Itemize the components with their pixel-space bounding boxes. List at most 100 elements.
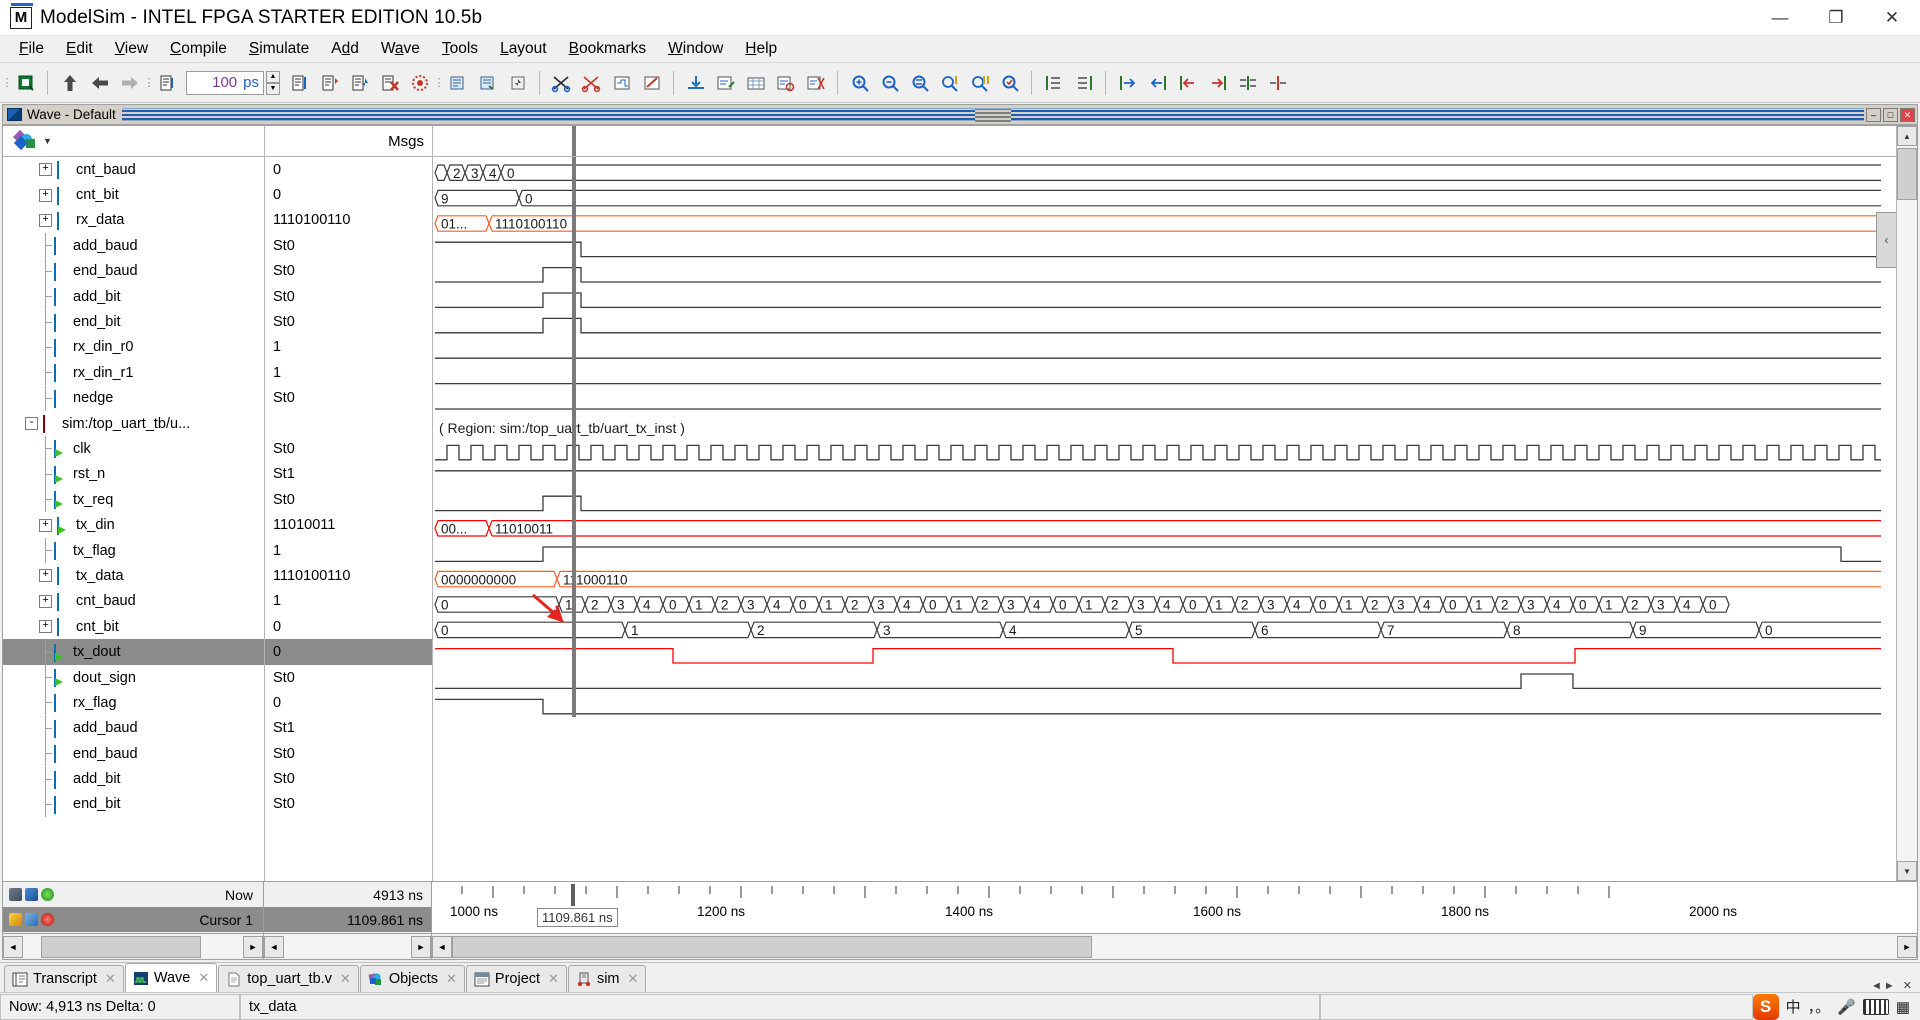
tab-objects[interactable]: Objects ✕ [359,965,465,992]
scroll-down-button[interactable]: ▼ [1897,861,1917,881]
signal-row-cnt_bit[interactable]: + cnt_bit [3,182,264,207]
vscroll-track[interactable] [1897,146,1917,861]
time-ruler[interactable]: 1000 ns 1200 ns 1400 ns 1600 ns 1800 ns … [432,882,1918,934]
collapse-right-icon[interactable] [1204,69,1232,97]
tab-close-icon[interactable]: ✕ [340,971,351,987]
back-arrow-icon[interactable] [86,69,114,97]
tab-project[interactable]: Project ✕ [465,965,567,992]
names-hscroll-track[interactable] [23,935,243,958]
close-button[interactable]: ✕ [1864,0,1920,36]
menu-view[interactable]: View [104,37,159,61]
step-icon[interactable] [444,69,472,97]
chevron-down-icon[interactable]: ▼ [43,136,52,146]
expander-expand-icon[interactable]: + [39,620,52,634]
punctuation-icon[interactable]: ，。 [1808,996,1831,1017]
signal-row-cnt_baud[interactable]: + cnt_baud [3,157,264,182]
toolbar-grip-3[interactable]: ⋮ [434,71,445,95]
wave-export-icon[interactable] [802,69,830,97]
menu-file[interactable]: File [8,37,55,61]
signal-row-add_bit[interactable]: add_bit [3,766,264,792]
menu-bookmarks[interactable]: Bookmarks [558,37,658,61]
expander-expand-icon[interactable]: + [39,518,52,532]
signal-value-rows[interactable]: 0 0 1110100110 St0 St0 St0 St0 1 1 St0 St0 St1 St0 11… [265,157,432,881]
signal-row-cnt_baud[interactable]: + cnt_baud [3,589,264,614]
menu-add[interactable]: Add [320,37,370,61]
step-into-icon[interactable] [504,69,532,97]
cursor1-row[interactable]: Cursor 1 [3,907,263,932]
menu-layout[interactable]: Layout [489,37,558,61]
menu-simulate[interactable]: Simulate [238,37,320,61]
tab-sim[interactable]: sim ✕ [567,965,647,992]
menu-compile[interactable]: Compile [159,37,238,61]
signal-row-clk[interactable]: clk [3,436,264,462]
signal-row-end_baud[interactable]: end_baud [3,741,264,767]
toolbar-grip[interactable]: ⋮ [2,71,13,95]
objects-header[interactable]: ▼ [3,126,264,157]
tab-transcript[interactable]: Transcript ✕ [4,965,124,992]
align-right-icon[interactable] [1070,69,1098,97]
step-over-icon[interactable] [474,69,502,97]
wave-compare-icon[interactable] [608,69,636,97]
maximize-button[interactable]: ❐ [1808,0,1864,36]
expander-expand-icon[interactable]: + [39,594,52,608]
expander-expand-icon[interactable]: + [39,213,52,227]
wave-side-tab[interactable]: ‹ [1876,212,1896,268]
zoom-cursor-icon[interactable] [936,69,964,97]
tab-close-icon[interactable]: ✕ [198,970,209,986]
signal-row-add_bit[interactable]: add_bit [3,284,264,310]
tab-close-icon[interactable]: ✕ [548,971,559,987]
run-length-stepper[interactable]: ▲ ▼ [266,70,280,95]
tab-scroll-arrows[interactable]: ◄ ► ✕ [1871,979,1920,993]
expander-expand-icon[interactable]: + [39,188,52,202]
toolbox-icon[interactable]: ▦ [1896,998,1910,1016]
menu-edit[interactable]: Edit [55,37,104,61]
compile-up-icon[interactable] [56,69,84,97]
names-scroll-right[interactable]: ► [243,935,263,958]
signal-row-end_bit[interactable]: end_bit [3,791,264,817]
restart-icon[interactable] [154,69,182,97]
expander-expand-icon[interactable]: + [39,163,52,177]
snap-icon[interactable] [25,888,38,901]
menu-help[interactable]: Help [734,37,788,61]
signal-row-rx_data[interactable]: + rx_data [3,208,264,233]
scroll-up-button[interactable]: ▲ [1897,126,1917,146]
minimize-button[interactable]: — [1752,0,1808,36]
signal-row-sim--top_uart_tb-u---[interactable]: - sim:/top_uart_tb/u... [3,411,264,436]
run-icon[interactable] [286,69,314,97]
signal-row-add_baud[interactable]: add_baud [3,233,264,259]
new-document-icon[interactable] [12,69,40,97]
keyboard-icon[interactable] [1862,998,1889,1015]
delete-cursor-icon[interactable] [41,913,54,926]
expand-right-icon[interactable] [1144,69,1172,97]
wave-clear-icon[interactable] [638,69,666,97]
zoom-in-icon[interactable] [846,69,874,97]
forward-arrow-icon[interactable] [116,69,144,97]
align-left-icon[interactable] [1040,69,1068,97]
toolbar-grip-2[interactable]: ⋮ [144,71,155,95]
tab-close-all-icon[interactable]: ✕ [1903,979,1912,992]
zoom-out-icon[interactable] [876,69,904,97]
vscroll-thumb[interactable] [1897,148,1917,200]
zoom-range-icon[interactable] [966,69,994,97]
names-hscrollbar[interactable]: ◄ ► [2,934,264,960]
run-all-icon[interactable] [346,69,374,97]
wave-unfold-icon[interactable] [1264,69,1292,97]
wave-hscroll-track[interactable] [452,935,1897,958]
expander-expand-icon[interactable]: + [39,569,52,583]
signal-row-tx_dout[interactable]: tx_dout [3,639,264,665]
run-green-icon[interactable] [41,888,54,901]
signal-row-tx_data[interactable]: + tx_data [3,563,264,588]
wave-fold-icon[interactable] [1234,69,1262,97]
wave-cut-icon[interactable] [548,69,576,97]
wave-grid-icon[interactable] [742,69,770,97]
tab-wave[interactable]: Wave ✕ [124,963,218,992]
signal-row-tx_din[interactable]: + tx_din [3,512,264,537]
menu-tools[interactable]: Tools [431,37,489,61]
zoom-find-icon[interactable] [996,69,1024,97]
chinese-mode-icon[interactable]: 中 [1786,996,1801,1017]
wave-minimize-button[interactable]: – [1866,107,1881,122]
stop-icon[interactable] [406,69,434,97]
values-hscroll-track[interactable] [284,935,411,958]
signal-row-tx_flag[interactable]: tx_flag [3,538,264,564]
signal-row-cnt_bit[interactable]: + cnt_bit [3,614,264,639]
